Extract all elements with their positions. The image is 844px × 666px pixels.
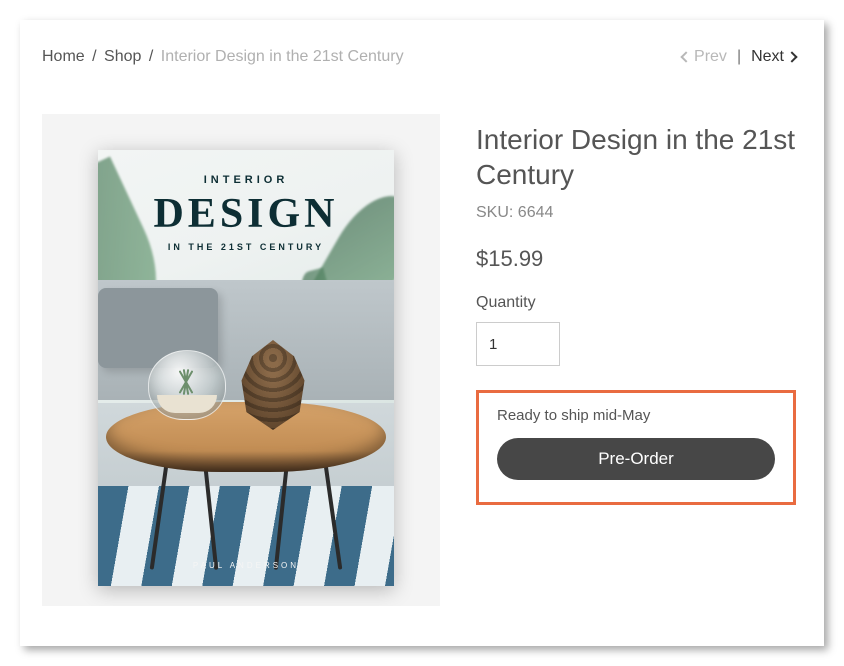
product-page: Home / Shop / Interior Design in the 21s… — [20, 20, 824, 646]
cover-pretitle: INTERIOR — [98, 174, 394, 186]
product-details: Interior Design in the 21st Century SKU:… — [476, 114, 796, 505]
product-sku: SKU: 6644 — [476, 204, 796, 222]
quantity-label: Quantity — [476, 294, 796, 312]
ship-text: Ready to ship mid-May — [497, 407, 775, 424]
breadcrumb-home[interactable]: Home — [42, 48, 85, 65]
chevron-left-icon — [680, 51, 691, 62]
cover-title-block: INTERIOR DESIGN IN THE 21ST CENTURY — [98, 174, 394, 252]
next-link[interactable]: Next — [751, 48, 796, 66]
breadcrumb: Home / Shop / Interior Design in the 21s… — [42, 48, 404, 66]
preorder-callout: Ready to ship mid-May Pre-Order — [476, 390, 796, 505]
breadcrumb-shop[interactable]: Shop — [104, 48, 141, 65]
chevron-right-icon — [786, 51, 797, 62]
cover-title: DESIGN — [98, 190, 394, 238]
prev-label: Prev — [694, 48, 727, 66]
nav-divider: | — [737, 48, 741, 66]
preorder-button[interactable]: Pre-Order — [497, 438, 775, 480]
quantity-input[interactable] — [476, 322, 560, 366]
breadcrumb-sep: / — [149, 48, 153, 65]
prev-link: Prev — [682, 48, 727, 66]
breadcrumb-current: Interior Design in the 21st Century — [161, 48, 404, 65]
top-row: Home / Shop / Interior Design in the 21s… — [42, 48, 796, 66]
book-cover: INTERIOR DESIGN IN THE 21ST CENTURY PAUL… — [98, 150, 394, 586]
prev-next-nav: Prev | Next — [682, 48, 796, 66]
next-label: Next — [751, 48, 784, 66]
product-image[interactable]: INTERIOR DESIGN IN THE 21ST CENTURY PAUL… — [42, 114, 440, 606]
cover-subtitle: IN THE 21ST CENTURY — [98, 242, 394, 252]
content-row: INTERIOR DESIGN IN THE 21ST CENTURY PAUL… — [42, 114, 796, 606]
product-title: Interior Design in the 21st Century — [476, 122, 796, 192]
breadcrumb-sep: / — [92, 48, 96, 65]
product-price: $15.99 — [476, 246, 796, 272]
cover-author: PAUL ANDERSON — [98, 561, 394, 570]
